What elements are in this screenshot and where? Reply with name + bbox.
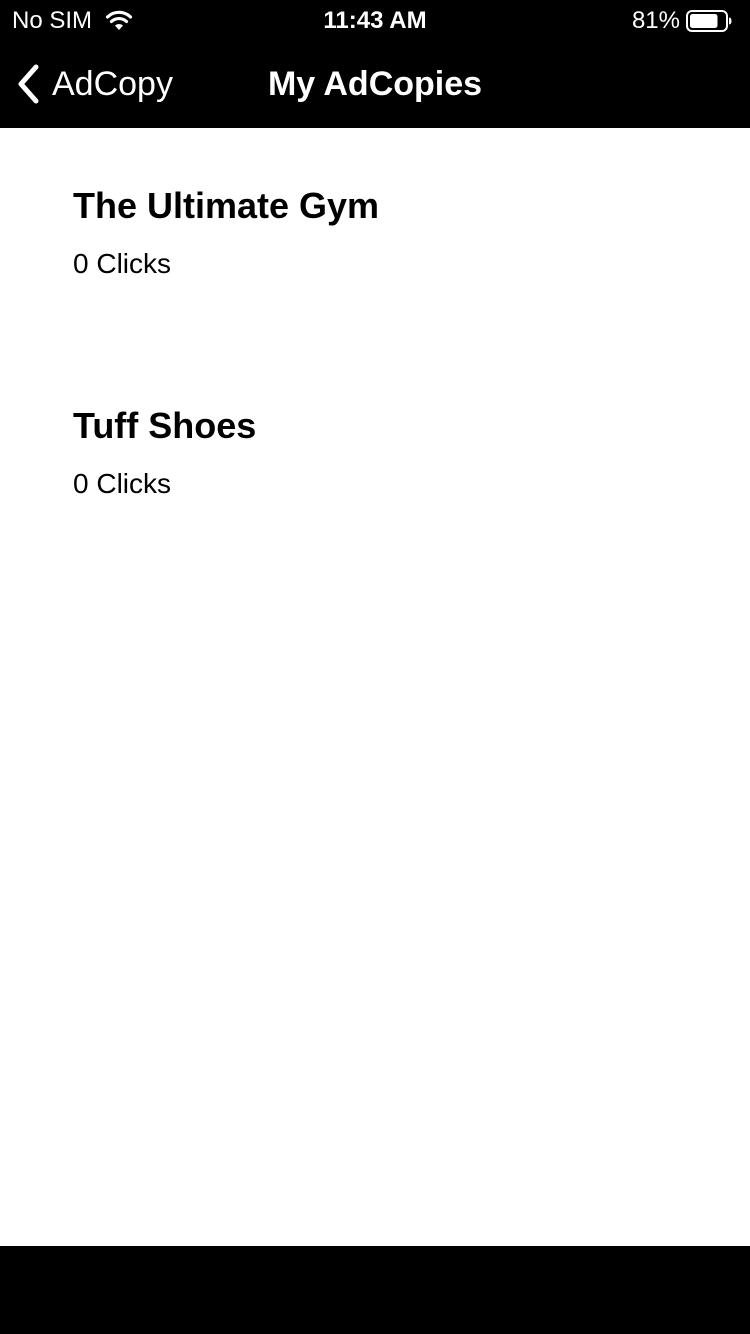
navigation-bar: AdCopy My AdCopies — [0, 40, 750, 128]
adcopy-title: The Ultimate Gym — [73, 185, 380, 226]
list-item[interactable]: The Ultimate Gym 0 Clicks — [0, 128, 750, 348]
top-bar: No SIM 11:43 AM 81% AdCopy My AdCopies — [0, 0, 750, 128]
adcopy-clicks: 0 Clicks — [73, 248, 172, 279]
bottom-bar — [0, 1246, 750, 1334]
page-title: My AdCopies — [267, 65, 483, 103]
status-bar: No SIM 11:43 AM 81% — [0, 0, 750, 40]
adcopy-title: Tuff Shoes — [73, 405, 257, 446]
battery-icon — [686, 10, 732, 32]
battery-percent-label: 81% — [631, 7, 680, 34]
list-item[interactable]: Tuff Shoes 0 Clicks — [0, 348, 750, 568]
app-screen: No SIM 11:43 AM 81% AdCopy My AdCopies T… — [0, 0, 750, 1334]
adcopy-list: The Ultimate Gym 0 Clicks Tuff Shoes 0 C… — [0, 128, 750, 568]
adcopy-clicks: 0 Clicks — [73, 468, 172, 499]
